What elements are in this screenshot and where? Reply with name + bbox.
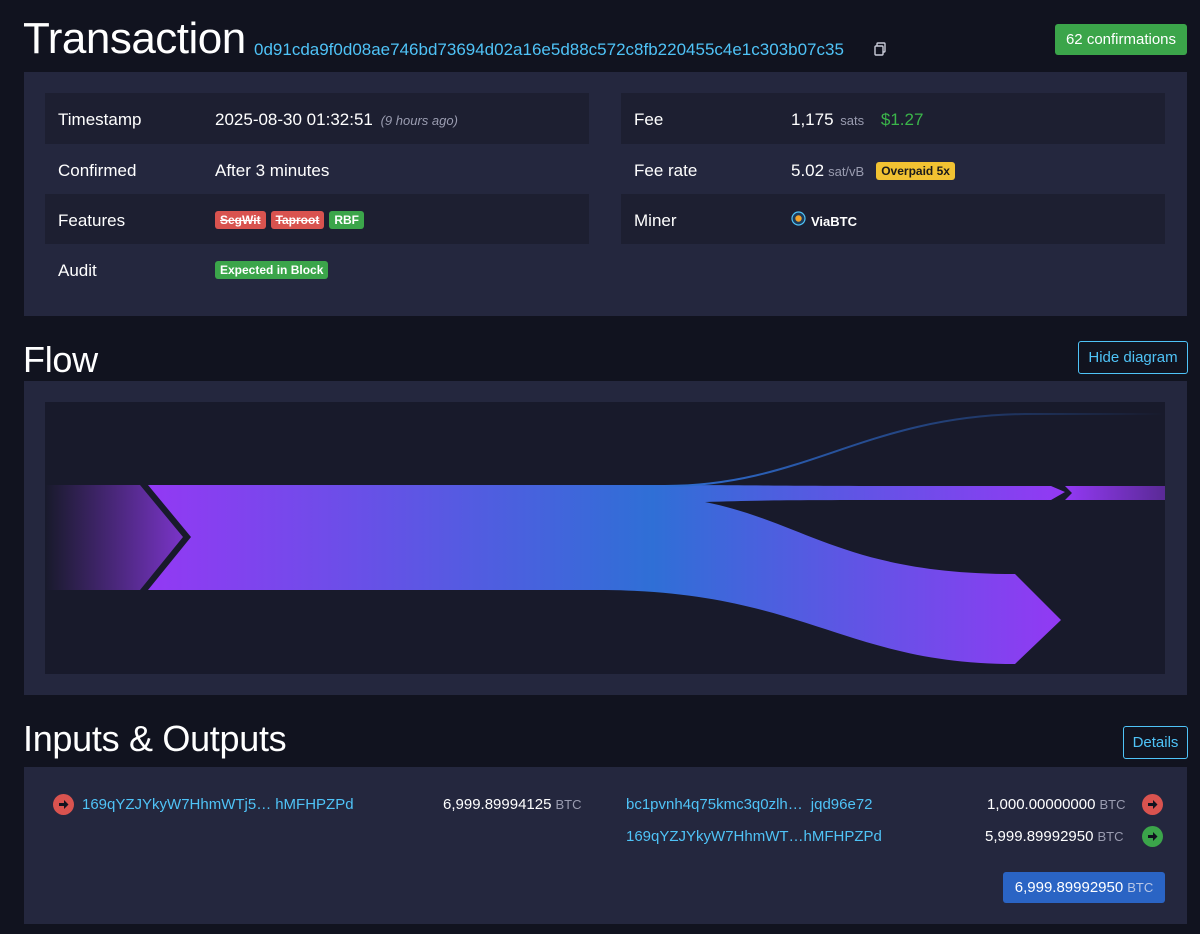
io-title: Inputs & Outputs — [23, 718, 287, 759]
flow-title: Flow — [23, 339, 98, 380]
details-button[interactable]: Details — [1123, 726, 1188, 759]
fee-label: Fee — [634, 110, 664, 129]
flow-fee-line — [664, 413, 1165, 487]
output-1-address-start: bc1pvnh4q75kmc3q0zlh… — [626, 796, 803, 813]
feerate-unit: sat/vB — [828, 163, 865, 179]
input-arrow-icon[interactable] — [53, 794, 74, 815]
miner-label: Miner — [634, 211, 677, 230]
timestamp-label: Timestamp — [58, 110, 142, 129]
copy-icon[interactable] — [874, 42, 887, 61]
input-amount: 6,999.89994125 BTC — [443, 796, 581, 813]
timestamp-ago: (9 hours ago) — [380, 113, 458, 128]
miner-value[interactable]: ViaBTC — [791, 211, 857, 231]
output-1-address-end: jqd96e72 — [810, 796, 873, 813]
rbf-badge[interactable]: RBF — [329, 211, 365, 229]
flow-main-stream — [148, 485, 1065, 664]
output-1-amount-unit: BTC — [1099, 797, 1126, 812]
total-amount-unit: BTC — [1127, 880, 1154, 895]
confirmed-value: After 3 minutes — [215, 161, 330, 180]
feerate-label: Fee rate — [634, 161, 698, 180]
confirmed-label: Confirmed — [58, 161, 137, 180]
fee-usd: $1.27 — [880, 110, 924, 129]
overpaid-badge: Overpaid 5x — [876, 162, 955, 180]
total-amount-value: 6,999.89992950 — [1014, 879, 1124, 896]
miner-name: ViaBTC — [811, 213, 857, 229]
output-address-1[interactable]: bc1pvnh4q75kmc3q0zlh… jqd96e72 — [626, 796, 873, 813]
feerate-value: 5.02 sat/vB Overpaid 5x — [791, 161, 955, 181]
output-amount-2: 5,999.89992950 BTC — [985, 828, 1123, 845]
output-1-amount-value: 1,000.00000000 — [987, 796, 1096, 813]
flow-diagram — [45, 402, 1165, 674]
feerate-number: 5.02 — [791, 161, 825, 180]
segwit-badge[interactable]: SegWit — [215, 211, 266, 229]
output-2-address-end: hMFHPZPd — [803, 828, 882, 845]
page-title: Transaction — [23, 14, 246, 63]
audit-value: Expected in Block — [215, 261, 329, 279]
input-amount-unit: BTC — [555, 797, 582, 812]
fee-value: 1,175 sats $1.27 — [791, 110, 923, 130]
fee-sats: 1,175 — [791, 110, 834, 129]
audit-label: Audit — [58, 261, 97, 280]
taproot-badge[interactable]: Taproot — [270, 211, 325, 229]
confirmations-badge: 62 confirmations — [1055, 24, 1187, 55]
fee-unit: sats — [840, 113, 865, 128]
features-badges: SegWit Taproot RBF — [215, 211, 365, 229]
output-amount-1: 1,000.00000000 BTC — [987, 796, 1125, 813]
hide-diagram-button[interactable]: Hide diagram — [1078, 341, 1188, 374]
miner-logo-icon — [791, 211, 806, 231]
output-2-unspent-arrow-icon[interactable] — [1142, 826, 1163, 847]
timestamp-date: 2025-08-30 01:32:51 — [215, 110, 373, 129]
audit-badge[interactable]: Expected in Block — [215, 261, 329, 279]
total-amount-badge: 6,999.89992950 BTC — [1003, 872, 1165, 903]
input-amount-value: 6,999.89994125 — [443, 796, 552, 813]
input-address-start: 169qYZJYkyW7HhmWTj5… — [82, 796, 272, 813]
flow-output-tail — [1065, 486, 1165, 500]
miner-row — [621, 194, 1165, 244]
output-1-spent-arrow-icon[interactable] — [1142, 794, 1163, 815]
timestamp-value: 2025-08-30 01:32:51 (9 hours ago) — [215, 110, 458, 130]
txid-link[interactable]: 0d91cda9f0d08ae746bd73694d02a16e5d88c572… — [254, 40, 844, 60]
output-address-2[interactable]: 169qYZJYkyW7HhmWT…hMFHPZPd — [626, 828, 882, 845]
output-2-amount-unit: BTC — [1097, 829, 1124, 844]
input-address-end: hMFHPZPd — [275, 796, 354, 813]
features-label: Features — [58, 211, 126, 230]
output-2-amount-value: 5,999.89992950 — [985, 828, 1094, 845]
input-address[interactable]: 169qYZJYkyW7HhmWTj5… hMFHPZPd — [82, 796, 354, 813]
output-2-address-start: 169qYZJYkyW7HhmWT… — [626, 828, 804, 845]
